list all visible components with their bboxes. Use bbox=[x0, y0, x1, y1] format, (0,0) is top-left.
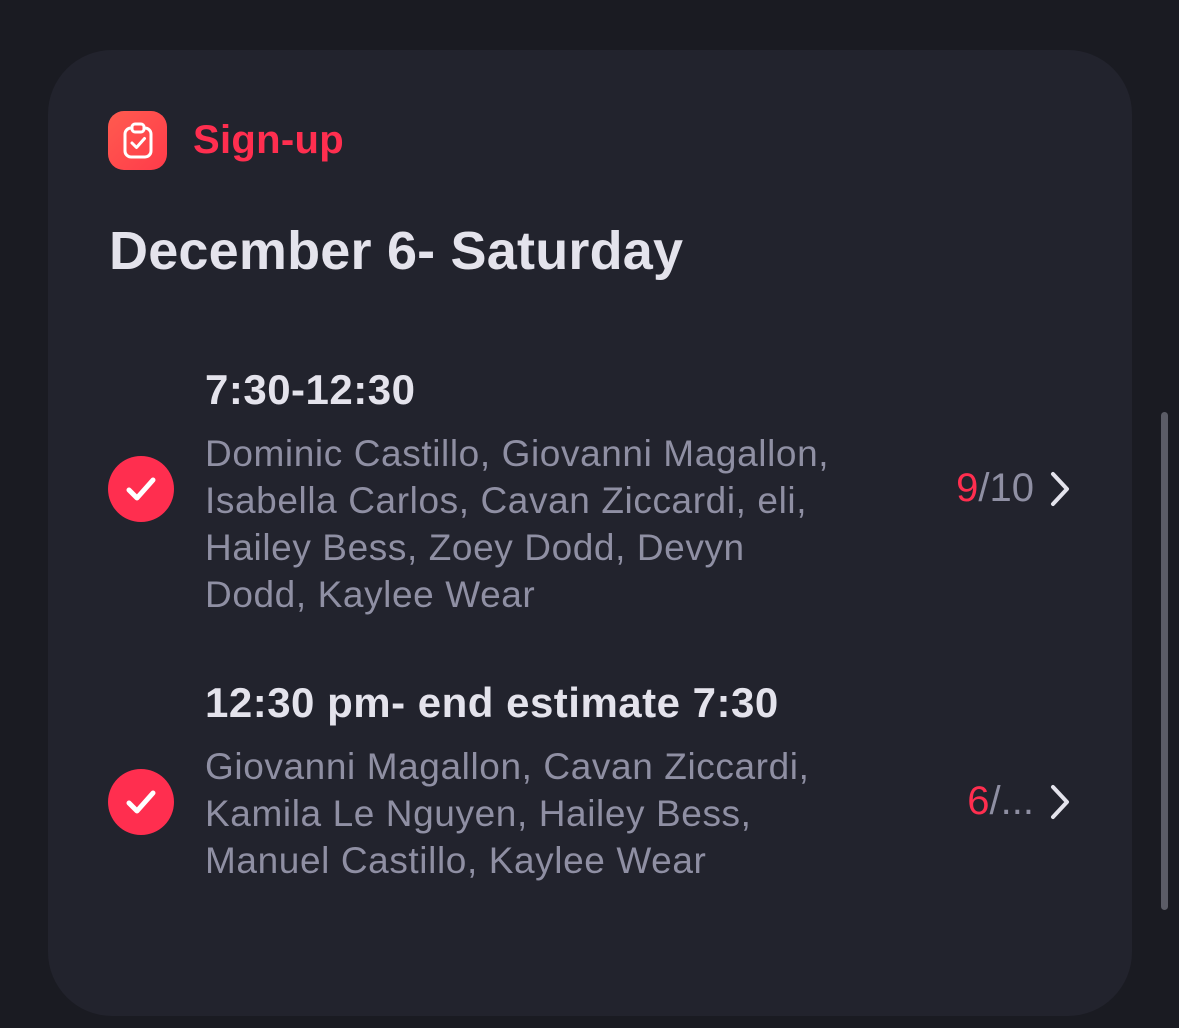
slot-count: 6/... bbox=[967, 779, 1034, 824]
slot-count-capacity: /... bbox=[989, 779, 1034, 823]
slot-count-filled: 6 bbox=[967, 779, 990, 823]
slot-time: 7:30-12:30 bbox=[205, 366, 416, 413]
chevron-right-icon[interactable] bbox=[1048, 469, 1072, 509]
scrollbar[interactable] bbox=[1161, 412, 1168, 910]
date-title: December 6- Saturday bbox=[109, 221, 684, 281]
slot-time: 12:30 pm- end estimate 7:30 bbox=[205, 679, 779, 726]
card-header: Sign-up bbox=[108, 111, 344, 170]
slot-count-capacity: /10 bbox=[978, 466, 1034, 510]
clipboard-check-icon bbox=[108, 111, 167, 170]
chevron-right-icon[interactable] bbox=[1048, 782, 1072, 822]
signup-card: Sign-up December 6- Saturday 7:30-12:30 … bbox=[48, 50, 1132, 1016]
app-title: Sign-up bbox=[193, 118, 344, 162]
slot-count-filled: 9 bbox=[956, 466, 979, 510]
checkmark-icon[interactable] bbox=[108, 456, 174, 522]
slot-count: 9/10 bbox=[956, 466, 1034, 511]
slot-participants: Giovanni Magallon, Cavan Ziccardi, Kamil… bbox=[205, 746, 810, 881]
checkmark-icon[interactable] bbox=[108, 769, 174, 835]
slot-participants: Dominic Castillo, Giovanni Magallon, Isa… bbox=[205, 433, 830, 615]
